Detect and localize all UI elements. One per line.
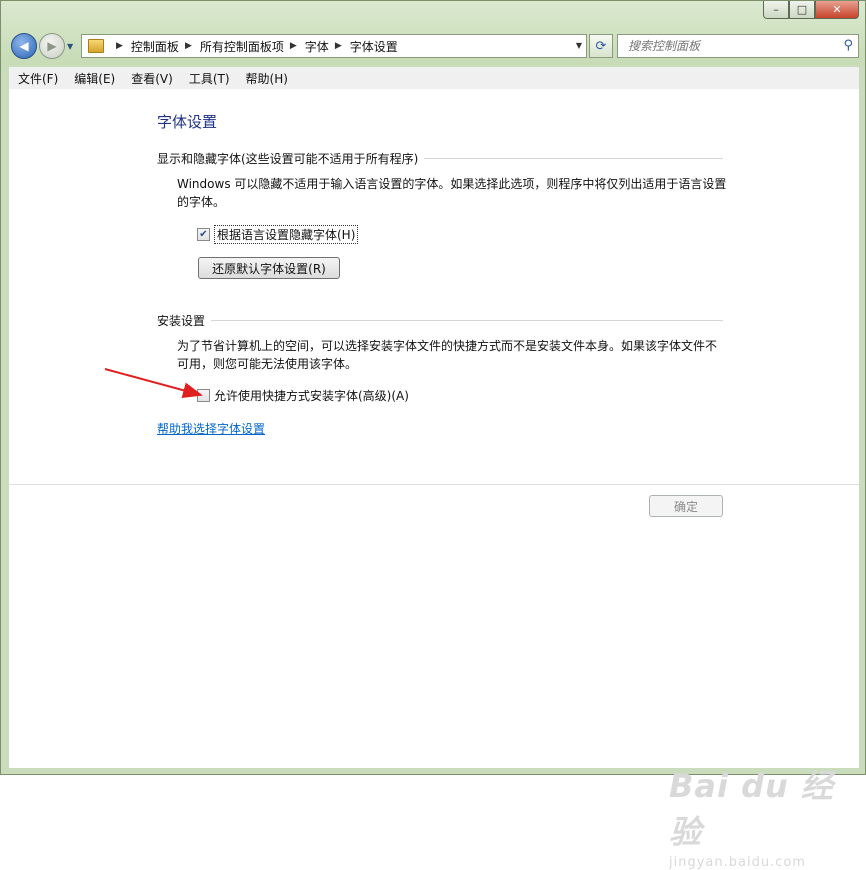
breadcrumb-separator-icon[interactable]: ▶ [116,41,123,51]
menu-help[interactable]: 帮助(H) [237,70,295,87]
close-icon: ✕ [832,3,842,16]
search-icon[interactable]: ⚲ [843,38,853,53]
maximize-icon: □ [796,3,808,16]
annotation-arrow [104,368,203,399]
close-button[interactable]: ✕ [815,1,859,19]
caption-buttons: – □ ✕ [763,1,859,19]
breadcrumb-item-control-panel[interactable]: 控制面板 [131,38,179,55]
menu-file[interactable]: 文件(F) [9,70,65,87]
address-dropdown-icon[interactable]: ▼ [576,41,582,50]
content-area: 字体设置 显示和隐藏字体(这些设置可能不适用于所有程序) Windows 可以隐… [9,89,859,870]
search-input[interactable] [626,38,830,54]
breadcrumb-separator-icon[interactable]: ▶ [185,41,192,51]
maximize-button[interactable]: □ [789,1,815,19]
refresh-icon: ⟳ [595,38,607,54]
breadcrumb-separator-icon[interactable]: ▶ [335,41,342,51]
back-button[interactable]: ◀ [11,33,37,59]
breadcrumb-item-fonts[interactable]: 字体 [305,38,329,55]
back-arrow-icon: ◀ [19,39,29,53]
navigation-bar: ◀ ▶ ▼ ▶ 控制面板 ▶ 所有控制面板项 ▶ 字体 ▶ 字体设置 ▼ ⟳ 搜… [9,31,859,61]
menu-view[interactable]: 查看(V) [122,70,180,87]
breadcrumb: ▶ 控制面板 ▶ 所有控制面板项 ▶ 字体 ▶ 字体设置 [110,38,398,55]
title-bar: – □ ✕ ◀ ▶ ▼ ▶ 控制面板 ▶ 所有控制面板项 ▶ 字体 ▶ 字体设置 [1,1,865,65]
breadcrumb-item-all-items[interactable]: 所有控制面板项 [200,38,284,55]
watermark-url: jingyan.baidu.com [669,855,806,870]
baidu-watermark: Bai du 经验 jingyan.baidu.com [669,761,859,870]
recent-pages-chevron-icon[interactable]: ▼ [67,42,73,51]
refresh-button[interactable]: ⟳ [589,34,613,58]
breadcrumb-separator-icon[interactable]: ▶ [290,41,297,51]
menu-edit[interactable]: 编辑(E) [65,70,122,87]
breadcrumb-item-font-settings[interactable]: 字体设置 [350,38,398,55]
address-bar[interactable]: ▶ 控制面板 ▶ 所有控制面板项 ▶ 字体 ▶ 字体设置 ▼ [81,34,587,58]
minimize-button[interactable]: – [763,1,789,19]
search-box[interactable]: ⚲ [617,34,859,58]
control-panel-folder-icon [88,39,104,53]
menu-tools[interactable]: 工具(T) [180,70,237,87]
window: – □ ✕ ◀ ▶ ▼ ▶ 控制面板 ▶ 所有控制面板项 ▶ 字体 ▶ 字体设置 [0,0,866,870]
menu-bar: 文件(F) 编辑(E) 查看(V) 工具(T) 帮助(H) [9,67,859,90]
minimize-icon: – [773,3,779,16]
forward-arrow-icon: ▶ [47,39,57,53]
forward-button[interactable]: ▶ [39,33,65,59]
